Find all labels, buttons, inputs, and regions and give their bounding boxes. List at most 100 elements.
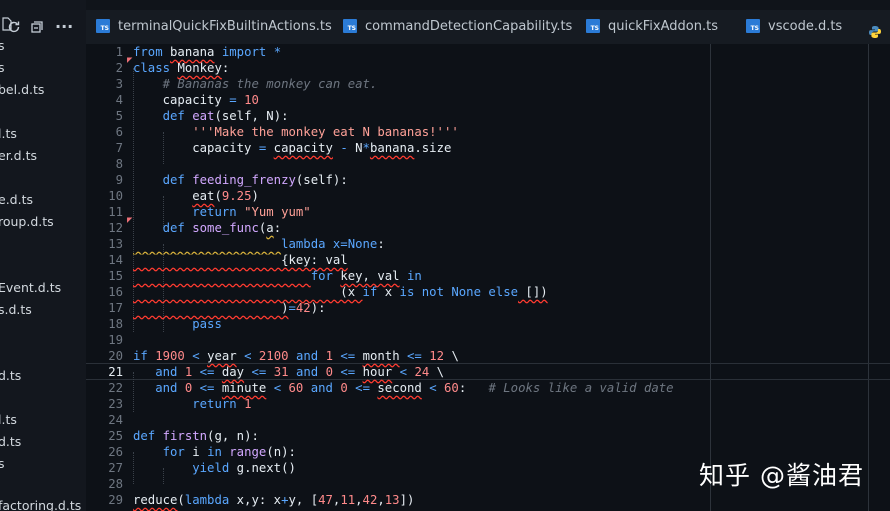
line-number: 20 bbox=[108, 349, 123, 363]
explorer-file-item[interactable]: roup.d.ts bbox=[0, 214, 54, 229]
line-number: 17 bbox=[108, 301, 123, 315]
code-line[interactable]: 5 def eat(self, N): bbox=[86, 108, 890, 124]
code-line[interactable]: 19 bbox=[86, 332, 890, 348]
tab-command-detection-capability[interactable]: TS commandDetectionCapability.ts bbox=[343, 10, 572, 44]
explorer-file-item[interactable]: s bbox=[0, 456, 5, 471]
line-number: 24 bbox=[108, 413, 123, 427]
line-code: eat(9.25) bbox=[192, 189, 259, 203]
line-code: def some_func(a: bbox=[162, 221, 282, 235]
line-number: 21 bbox=[108, 365, 123, 379]
title-bar-strip bbox=[86, 0, 890, 10]
line-number: 11 bbox=[108, 205, 123, 219]
code-line[interactable]: 24 bbox=[86, 412, 890, 428]
explorer-file-item[interactable]: l.ts bbox=[0, 412, 17, 427]
explorer-file-item[interactable]: d.ts bbox=[0, 434, 21, 449]
line-code: pass bbox=[192, 317, 222, 331]
line-code: {key: val bbox=[133, 253, 348, 267]
line-code: for i in range(n): bbox=[162, 445, 296, 459]
line-number: 12 bbox=[108, 221, 123, 235]
code-line[interactable]: 17 )=42): bbox=[86, 300, 890, 316]
tab-vscode-d-ts[interactable]: TS vscode.d.ts bbox=[746, 10, 842, 44]
line-number: 5 bbox=[115, 109, 123, 123]
tab-quick-fix-addon[interactable]: TS quickFixAddon.ts bbox=[586, 10, 718, 44]
code-line[interactable]: 18 pass bbox=[86, 316, 890, 332]
line-code: class Monkey: bbox=[133, 61, 230, 75]
code-line[interactable]: 25 def firstn(g, n): bbox=[86, 428, 890, 444]
line-number: 15 bbox=[108, 269, 123, 283]
typescript-file-icon: TS bbox=[96, 18, 110, 33]
line-number: 1 bbox=[115, 45, 123, 59]
line-code: and 1 <= day <= 31 and 0 <= hour < 24 \ bbox=[155, 365, 445, 379]
tab-python-file[interactable] bbox=[868, 10, 882, 44]
line-number: 16 bbox=[108, 285, 123, 299]
code-line[interactable]: 23 return 1 bbox=[86, 396, 890, 412]
explorer-file-item[interactable]: er.d.ts bbox=[0, 148, 37, 163]
line-number: 23 bbox=[108, 397, 123, 411]
line-code: from banana import * bbox=[133, 45, 282, 59]
explorer-file-item[interactable]: d.ts bbox=[0, 368, 21, 383]
code-line[interactable]: 29 reduce(lambda x,y: x+y, [47,11,42,13]) bbox=[86, 492, 890, 508]
explorer-file-item[interactable]: s.d.ts bbox=[0, 302, 32, 317]
line-code: lambda x=None: bbox=[281, 237, 385, 251]
line-number: 19 bbox=[108, 333, 123, 347]
line-code: yield g.next() bbox=[192, 461, 296, 475]
explorer-toolbar: ··· bbox=[0, 15, 86, 39]
explorer-file-item[interactable]: factoring.d.ts bbox=[0, 498, 81, 511]
line-number: 8 bbox=[115, 157, 123, 171]
code-line[interactable]: 16 (x if x is not None else []) bbox=[86, 284, 890, 300]
code-line[interactable]: 6 '''Make the monkey eat N bananas!''' bbox=[86, 124, 890, 140]
line-code: )=42): bbox=[133, 301, 326, 315]
code-line[interactable]: 22 and 0 <= minute < 60 and 0 <= second … bbox=[86, 380, 890, 396]
explorer-file-item[interactable]: bel.d.ts bbox=[0, 82, 44, 97]
line-code: def firstn(g, n): bbox=[133, 429, 259, 443]
tab-label: vscode.d.ts bbox=[768, 19, 843, 34]
explorer-sidebar: ··· ssbel.d.tsl.tser.d.tse.d.tsroup.d.ts… bbox=[0, 0, 86, 511]
explorer-file-item[interactable]: Event.d.ts bbox=[0, 280, 61, 295]
line-code: (x if x is not None else []) bbox=[133, 285, 548, 299]
code-line[interactable]: 2 class Monkey: bbox=[86, 60, 890, 76]
explorer-file-item[interactable]: l.ts bbox=[0, 126, 17, 141]
code-line[interactable]: 14 {key: val bbox=[86, 252, 890, 268]
line-number: 14 bbox=[108, 253, 123, 267]
line-number: 27 bbox=[108, 461, 123, 475]
explorer-file-item[interactable]: e.d.ts bbox=[0, 192, 33, 207]
code-line[interactable]: 3 # Bananas the monkey can eat. bbox=[86, 76, 890, 92]
typescript-file-icon: TS bbox=[746, 18, 760, 33]
line-number: 10 bbox=[108, 189, 123, 203]
code-line[interactable]: 13 lambda x=None: bbox=[86, 236, 890, 252]
code-line[interactable]: 8 bbox=[86, 156, 890, 172]
tab-terminal-quick-fix-builtin-actions[interactable]: TS terminalQuickFixBuiltinActions.ts bbox=[96, 10, 332, 44]
code-line[interactable]: 12 def some_func(a: bbox=[86, 220, 890, 236]
line-number: 22 bbox=[108, 381, 123, 395]
refresh-icon[interactable] bbox=[6, 15, 22, 43]
watermark: 知乎 @酱油君 bbox=[699, 461, 864, 490]
line-code: return "Yum yum" bbox=[192, 205, 311, 219]
collapse-all-icon[interactable] bbox=[29, 15, 45, 43]
code-line[interactable]: 11 return "Yum yum" bbox=[86, 204, 890, 220]
line-number: 3 bbox=[115, 77, 123, 91]
code-line[interactable]: 7 capacity = capacity - N*banana.size bbox=[86, 140, 890, 156]
code-line[interactable]: 9 def feeding_frenzy(self): bbox=[86, 172, 890, 188]
code-line[interactable]: 20 if 1900 < year < 2100 and 1 <= month <… bbox=[86, 348, 890, 364]
line-code: for key, val in bbox=[310, 269, 422, 283]
line-number: 13 bbox=[108, 237, 123, 251]
line-code: # Bananas the monkey can eat. bbox=[162, 77, 378, 91]
python-file-icon bbox=[868, 19, 882, 38]
line-number: 28 bbox=[108, 477, 123, 491]
code-editor[interactable]: ◤ ◤ 1 from banana import * 2 class Monkey: 3… bbox=[86, 44, 890, 511]
line-code: '''Make the monkey eat N bananas!''' bbox=[192, 125, 459, 139]
code-line[interactable]: 15 for key, val in bbox=[86, 268, 890, 284]
explorer-file-item[interactable]: s bbox=[0, 38, 5, 53]
code-line[interactable]: 4 capacity = 10 bbox=[86, 92, 890, 108]
line-number: 26 bbox=[108, 445, 123, 459]
code-line[interactable]: 1 from banana import * bbox=[86, 44, 890, 60]
explorer-file-item[interactable]: s bbox=[0, 60, 5, 75]
line-number: 29 bbox=[108, 493, 123, 507]
line-code: if 1900 < year < 2100 and 1 <= month <= … bbox=[133, 349, 459, 363]
line-code: capacity = 10 bbox=[133, 93, 259, 107]
code-line[interactable]: 21 and 1 <= day <= 31 and 0 <= hour < 24… bbox=[86, 364, 890, 380]
line-code: capacity = capacity - N*banana.size bbox=[133, 141, 452, 155]
more-actions-icon[interactable]: ··· bbox=[55, 15, 73, 39]
code-line[interactable]: 10 eat(9.25) bbox=[86, 188, 890, 204]
line-number: 18 bbox=[108, 317, 123, 331]
